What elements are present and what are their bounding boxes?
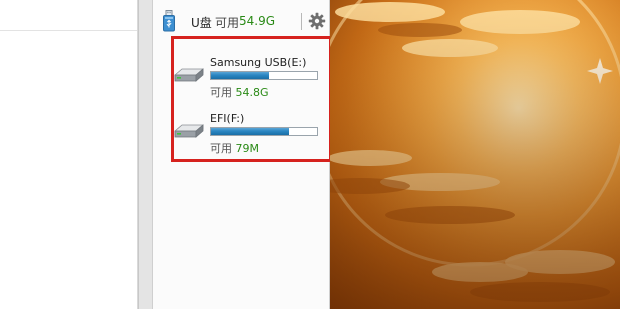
screen: U盘 可用 54.9G Samsung USB(E:) 可用 54.8G EFI… (0, 0, 620, 309)
left-window-content (0, 0, 138, 309)
desktop-wallpaper (330, 0, 620, 309)
header-available-label: 可用 (215, 16, 240, 30)
header-available-value: 54.9G (239, 14, 276, 28)
panel-title: U盘 (191, 16, 212, 30)
header-separator (301, 13, 302, 30)
usb-drive-icon (163, 10, 175, 32)
wallpaper-art (330, 0, 620, 309)
gear-icon[interactable] (308, 12, 326, 30)
highlight-box (171, 36, 332, 162)
window-divider (0, 30, 138, 31)
panel-header: U盘 可用 54.9G (153, 10, 329, 34)
window-gap (138, 0, 152, 309)
